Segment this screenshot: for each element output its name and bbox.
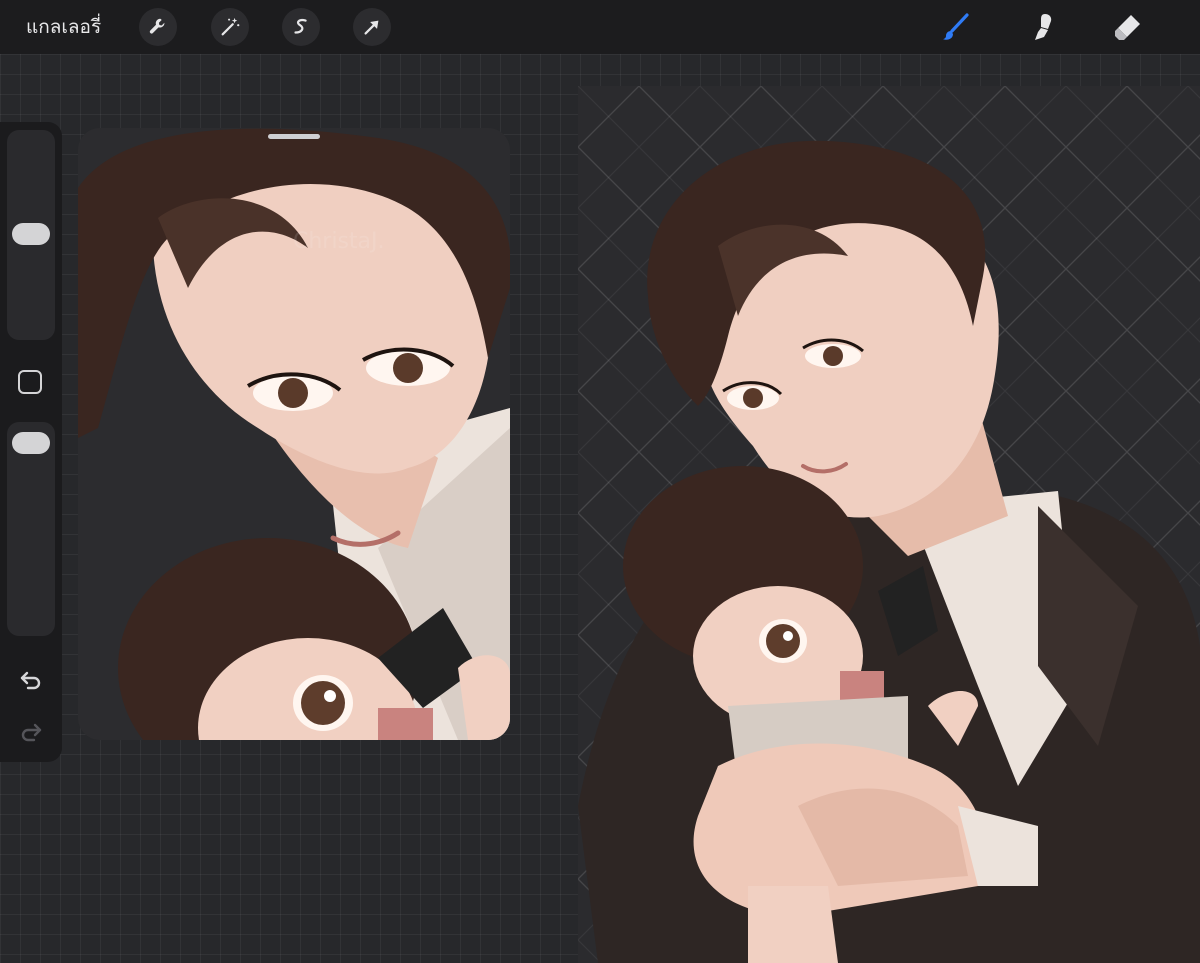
canvas-artwork bbox=[578, 86, 1200, 963]
main-canvas[interactable] bbox=[578, 86, 1200, 963]
modify-button[interactable] bbox=[18, 370, 42, 394]
eraser-icon bbox=[1115, 15, 1140, 40]
wrench-icon bbox=[149, 18, 165, 34]
smudge-icon bbox=[1035, 14, 1052, 40]
transform-arrow-icon bbox=[364, 20, 379, 35]
left-sidebar bbox=[0, 122, 62, 762]
opacity-thumb[interactable] bbox=[12, 432, 50, 454]
selection-icon bbox=[294, 19, 307, 34]
top-toolbar: แกลเลอรี่ bbox=[0, 0, 1200, 54]
smudge-tool-button[interactable] bbox=[1025, 10, 1061, 44]
eraser-tool-button[interactable] bbox=[1110, 10, 1146, 44]
watermark-text: ChristaJ. bbox=[293, 229, 385, 254]
actions-button[interactable] bbox=[139, 8, 177, 46]
adjustments-button[interactable] bbox=[211, 8, 249, 46]
opacity-slider[interactable] bbox=[7, 422, 55, 636]
redo-icon bbox=[21, 723, 42, 742]
brush-icon bbox=[943, 13, 969, 40]
brush-size-slider[interactable] bbox=[7, 130, 55, 340]
undo-icon bbox=[20, 671, 41, 690]
undo-button[interactable] bbox=[16, 664, 46, 694]
transform-button[interactable] bbox=[353, 8, 391, 46]
magic-wand-icon bbox=[221, 17, 240, 36]
brush-tool-button[interactable] bbox=[938, 10, 974, 44]
redo-button[interactable] bbox=[16, 716, 46, 746]
selection-button[interactable] bbox=[282, 8, 320, 46]
reference-window[interactable]: ChristaJ. bbox=[78, 128, 510, 740]
brush-size-thumb[interactable] bbox=[12, 223, 50, 245]
gallery-button[interactable]: แกลเลอรี่ bbox=[26, 13, 101, 41]
reference-artwork: ChristaJ. bbox=[78, 128, 510, 740]
reference-drag-handle[interactable] bbox=[268, 134, 320, 139]
